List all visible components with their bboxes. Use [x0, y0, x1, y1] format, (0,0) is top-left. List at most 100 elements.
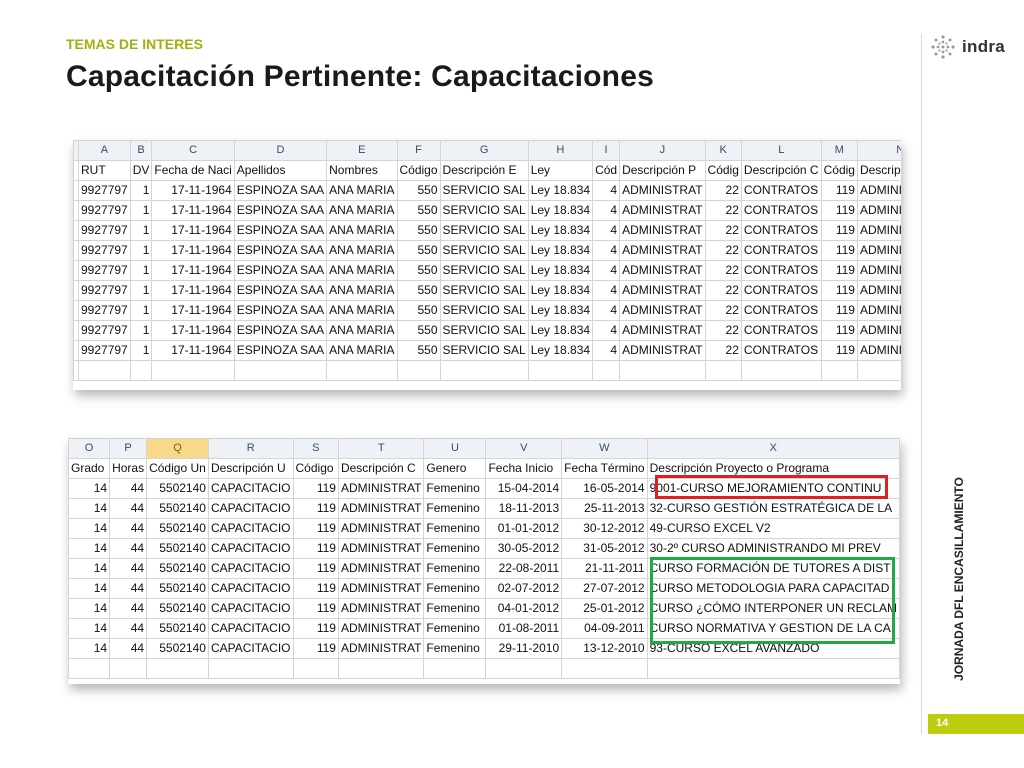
empty-cell[interactable]	[646, 658, 900, 679]
column-letter-w[interactable]: W	[561, 438, 648, 459]
table-cell[interactable]: 44	[109, 558, 148, 579]
table-cell[interactable]: ADMINISTRAT	[619, 260, 706, 281]
table-cell[interactable]: CONTRATOS	[740, 200, 822, 221]
table-cell[interactable]: 02-07-2012	[485, 578, 563, 599]
header-cell[interactable]: Grado	[68, 458, 111, 479]
column-letter-p[interactable]: P	[109, 438, 148, 459]
table-cell[interactable]: 550	[396, 340, 441, 361]
column-letter-l[interactable]: L	[740, 140, 822, 161]
table-cell[interactable]: Ley 18.834	[527, 300, 594, 321]
table-cell[interactable]: 1	[129, 340, 153, 361]
table-cell[interactable]: ADMINISTRAT	[337, 618, 425, 639]
table-cell[interactable]: 4	[592, 280, 621, 301]
table-cell[interactable]: 5502140	[146, 478, 209, 499]
header-cell[interactable]: RUT	[78, 160, 131, 181]
table-cell[interactable]: ANA MARIA	[326, 300, 398, 321]
table-cell[interactable]: Ley 18.834	[527, 320, 594, 341]
header-cell[interactable]: Descripción P	[619, 160, 706, 181]
table-cell[interactable]: 5502140	[146, 638, 209, 659]
table-cell[interactable]: Femenino	[423, 538, 487, 559]
table-cell[interactable]: Ley 18.834	[527, 180, 594, 201]
table-cell[interactable]: ADMINISTRAT	[337, 638, 425, 659]
table-cell[interactable]: Femenino	[423, 518, 487, 539]
table-cell[interactable]: ESPINOZA SAA	[233, 200, 328, 221]
table-cell[interactable]: 1	[129, 280, 153, 301]
table-cell[interactable]: 119	[292, 578, 339, 599]
table-cell[interactable]: Ley 18.834	[527, 340, 594, 361]
table-cell[interactable]: ADMINISTRAT	[337, 558, 425, 579]
table-cell[interactable]: 14	[68, 478, 111, 499]
table-cell[interactable]: ANA MARIA	[326, 280, 398, 301]
table-cell[interactable]: 119	[292, 598, 339, 619]
table-cell[interactable]: 22-08-2011	[485, 558, 563, 579]
table-cell[interactable]: ADMINISTRAT	[619, 200, 706, 221]
table-cell[interactable]: 119	[820, 200, 858, 221]
table-cell[interactable]: 44	[109, 518, 148, 539]
table-cell[interactable]: 14	[68, 618, 111, 639]
table-cell[interactable]: 18-11-2013	[485, 498, 563, 519]
table-cell[interactable]: 44	[109, 498, 148, 519]
table-cell[interactable]: 9927797	[78, 200, 131, 221]
table-cell[interactable]: CAPACITACIO	[207, 618, 294, 639]
column-letter-i[interactable]: I	[592, 140, 621, 161]
table-cell[interactable]: 1	[129, 260, 153, 281]
table-cell[interactable]: 1	[129, 200, 153, 221]
empty-cell[interactable]	[109, 658, 148, 679]
table-cell[interactable]: 44	[109, 598, 148, 619]
table-cell[interactable]: 01-08-2011	[485, 618, 563, 639]
header-cell[interactable]: Código	[396, 160, 441, 181]
table-cell[interactable]: ADMINISTRAT	[619, 240, 706, 261]
column-letter-u[interactable]: U	[423, 438, 487, 459]
table-cell[interactable]: 31-05-2012	[561, 538, 648, 559]
table-cell[interactable]: CONTRATOS	[740, 320, 822, 341]
empty-cell[interactable]	[68, 658, 111, 679]
table-cell[interactable]: 550	[396, 220, 441, 241]
empty-cell[interactable]	[561, 658, 648, 679]
table-cell[interactable]: 9927797	[78, 300, 131, 321]
table-cell[interactable]: ADMINISTRAT	[856, 180, 901, 201]
table-cell[interactable]: ADMINISTRAT	[856, 340, 901, 361]
header-cell[interactable]: Ley	[527, 160, 594, 181]
table-cell[interactable]: 550	[396, 200, 441, 221]
table-cell[interactable]: 22	[704, 260, 742, 281]
table-cell[interactable]: 119	[820, 280, 858, 301]
column-letter-k[interactable]: K	[704, 140, 742, 161]
header-cell[interactable]: Nombres	[326, 160, 398, 181]
table-cell[interactable]: 9927797	[78, 220, 131, 241]
table-cell[interactable]: 119	[820, 180, 858, 201]
table-cell[interactable]: ADMINISTRAT	[856, 220, 901, 241]
empty-cell[interactable]	[151, 360, 235, 381]
table-cell[interactable]: 14	[68, 518, 111, 539]
table-cell[interactable]: ADMINISTRAT	[619, 340, 706, 361]
column-letter-e[interactable]: E	[326, 140, 398, 161]
table-cell[interactable]: Femenino	[423, 638, 487, 659]
column-letter-v[interactable]: V	[485, 438, 563, 459]
table-cell[interactable]: 5502140	[146, 598, 209, 619]
table-cell[interactable]: 119	[292, 618, 339, 639]
table-cell[interactable]: ANA MARIA	[326, 260, 398, 281]
table-cell[interactable]: 119	[820, 260, 858, 281]
table-cell[interactable]: 17-11-1964	[151, 340, 235, 361]
table-cell[interactable]: SERVICIO SAL	[439, 320, 529, 341]
table-cell[interactable]: 17-11-1964	[151, 180, 235, 201]
table-cell[interactable]: 119	[820, 340, 858, 361]
empty-cell[interactable]	[527, 360, 594, 381]
table-cell[interactable]: 4	[592, 200, 621, 221]
table-cell[interactable]: 119	[292, 518, 339, 539]
header-cell[interactable]: Fecha Término	[561, 458, 648, 479]
table-cell[interactable]: ESPINOZA SAA	[233, 320, 328, 341]
table-cell[interactable]: 1	[129, 240, 153, 261]
table-cell[interactable]: 1	[129, 180, 153, 201]
table-cell[interactable]: ESPINOZA SAA	[233, 240, 328, 261]
table-cell[interactable]: ADMINISTRAT	[337, 538, 425, 559]
table-cell[interactable]: 22	[704, 280, 742, 301]
table-cell[interactable]: ADMINISTRAT	[856, 280, 901, 301]
table-cell[interactable]: ADMINISTRAT	[619, 220, 706, 241]
table-cell[interactable]: CAPACITACIO	[207, 498, 294, 519]
table-cell[interactable]: CAPACITACIO	[207, 478, 294, 499]
table-cell[interactable]: ADMINISTRAT	[337, 598, 425, 619]
table-cell[interactable]: 22	[704, 200, 742, 221]
table-cell[interactable]: Ley 18.834	[527, 200, 594, 221]
column-letter-o[interactable]: O	[68, 438, 111, 459]
table-cell[interactable]: ADMINISTRAT	[337, 478, 425, 499]
